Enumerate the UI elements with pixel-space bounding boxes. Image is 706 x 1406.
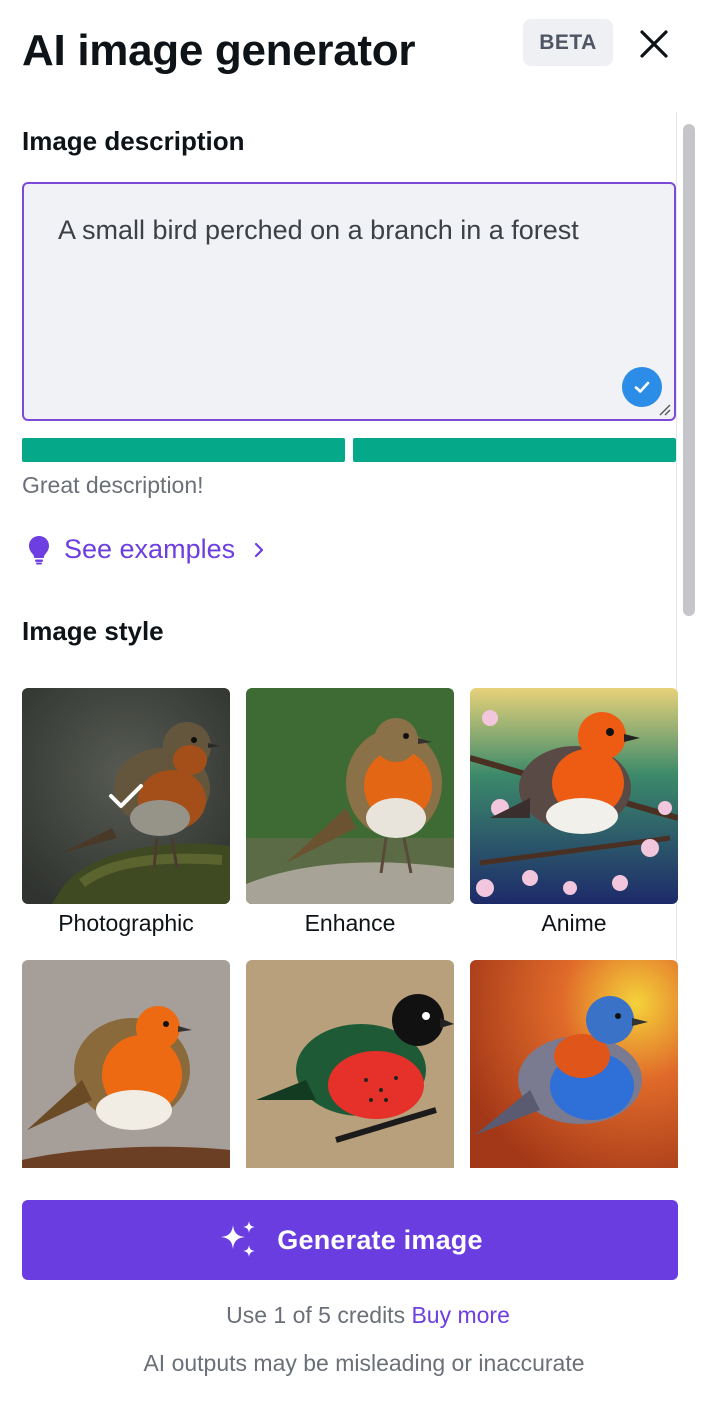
style-label-enhance: Enhance bbox=[304, 910, 396, 936]
bird-image bbox=[22, 960, 230, 1168]
panel-title: AI image generator bbox=[22, 26, 416, 75]
generate-image-label: Generate image bbox=[277, 1224, 483, 1255]
bird-image bbox=[246, 960, 454, 1168]
beta-badge: BETA bbox=[523, 19, 613, 66]
buy-more-link[interactable]: Buy more bbox=[411, 1302, 509, 1328]
check-icon bbox=[109, 784, 143, 808]
close-icon bbox=[640, 30, 668, 58]
ai-disclaimer: AI outputs may be misleading or inaccura… bbox=[143, 1350, 585, 1376]
style-option-photographic[interactable] bbox=[22, 688, 230, 904]
bird-image bbox=[470, 960, 678, 1168]
generate-image-button[interactable]: Generate image bbox=[22, 1200, 678, 1280]
style-grid: Photographic Enhance Anime bbox=[0, 110, 706, 1168]
style-option-6[interactable] bbox=[470, 960, 678, 1168]
credits-text: Use 1 of 5 credits bbox=[226, 1302, 406, 1328]
style-option-anime[interactable] bbox=[470, 688, 678, 904]
style-option-5[interactable] bbox=[246, 960, 454, 1168]
style-option-enhance[interactable] bbox=[246, 688, 454, 904]
selected-overlay bbox=[22, 688, 230, 904]
style-option-4[interactable] bbox=[22, 960, 230, 1168]
style-label-photographic: Photographic bbox=[58, 910, 194, 936]
close-button[interactable] bbox=[632, 22, 676, 66]
sparkles-icon bbox=[221, 1221, 256, 1257]
credits-info: Use 1 of 5 credits Buy more bbox=[0, 1302, 706, 1329]
enhance-bird-image bbox=[246, 688, 454, 904]
anime-bird-image bbox=[470, 688, 678, 904]
style-label-anime: Anime bbox=[541, 910, 607, 936]
